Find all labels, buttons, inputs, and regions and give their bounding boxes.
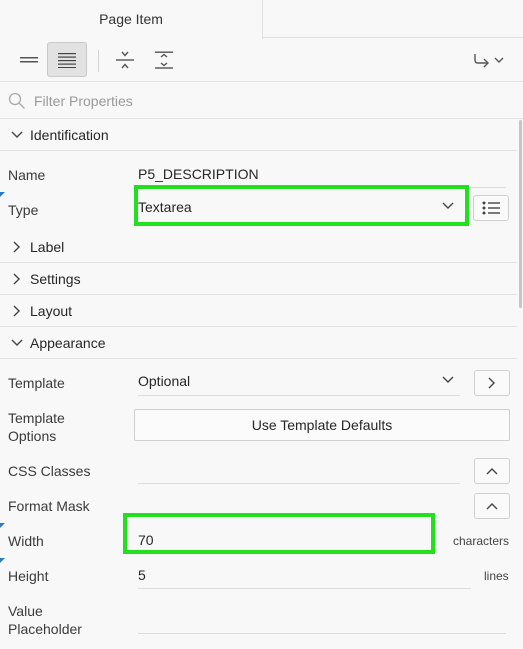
group-appearance[interactable]: Appearance (0, 327, 517, 359)
tab-page-item[interactable]: Page Item (0, 0, 263, 39)
chevron-up-icon (486, 468, 498, 475)
chevron-right-icon (488, 377, 495, 389)
scrollbar-thumb[interactable] (519, 120, 522, 308)
required-marker (0, 523, 5, 528)
group-label-section[interactable]: Label (0, 231, 517, 263)
show-common-button[interactable] (105, 42, 145, 77)
height-unit: lines (484, 569, 509, 583)
property-editor-toolbar (0, 38, 523, 82)
chevron-right-icon (10, 272, 24, 286)
value-placeholder-underline (138, 633, 506, 634)
format-mask-expand-button[interactable] (474, 493, 510, 519)
chevron-right-icon (10, 304, 24, 318)
height-underline (138, 588, 471, 589)
group-layout[interactable]: Layout (0, 295, 517, 327)
template-details-button[interactable] (474, 370, 510, 396)
chevron-up-icon (486, 503, 498, 510)
css-classes-expand-button[interactable] (474, 458, 510, 484)
value-placeholder-label-line1: Value (8, 603, 43, 619)
css-classes-field[interactable] (138, 462, 460, 482)
height-field[interactable]: 5 (138, 567, 146, 583)
go-to-group-icon (474, 53, 504, 67)
group-identification[interactable]: Identification (0, 119, 517, 151)
collapse-all-button[interactable] (9, 42, 49, 77)
template-select[interactable]: Optional (138, 373, 460, 395)
template-options-label-line2: Options (8, 428, 57, 444)
type-list-button[interactable] (473, 195, 509, 221)
template-label: Template (8, 375, 65, 391)
group-label: Identification (30, 126, 109, 143)
template-select-value: Optional (138, 373, 191, 389)
filter-properties-input[interactable] (34, 90, 504, 112)
use-template-defaults-button[interactable]: Use Template Defaults (134, 409, 510, 441)
value-placeholder-field[interactable] (138, 612, 506, 632)
list-icon (482, 201, 500, 215)
name-field[interactable]: P5_DESCRIPTION (138, 166, 259, 182)
search-icon (8, 92, 25, 109)
collapse-all-icon (20, 56, 38, 62)
chevron-down-icon (10, 336, 24, 350)
show-all-icon (155, 51, 173, 69)
value-placeholder-label-line2: Placeholder (8, 621, 82, 637)
template-underline (138, 395, 460, 396)
show-common-icon (116, 51, 134, 68)
chevron-down-icon (442, 376, 454, 383)
format-mask-label: Format Mask (8, 498, 90, 514)
required-marker (0, 558, 5, 563)
group-label: Settings (30, 270, 81, 287)
type-highlight-box (134, 185, 469, 226)
expand-all-icon (58, 52, 76, 68)
expand-all-button[interactable] (47, 42, 87, 77)
show-all-button[interactable] (144, 42, 184, 77)
css-classes-label: CSS Classes (8, 463, 91, 479)
css-classes-underline (138, 483, 460, 484)
toolbar-separator (98, 50, 99, 72)
name-label: Name (8, 167, 46, 183)
template-options-label-line1: Template (8, 410, 65, 426)
group-label: Layout (30, 302, 73, 319)
required-marker (0, 192, 5, 197)
width-highlight-box (123, 513, 435, 554)
tab-bar: Page Item (0, 0, 523, 39)
width-label: Width (8, 533, 44, 549)
filter-bar (0, 82, 523, 119)
go-to-group-button[interactable] (466, 42, 512, 77)
group-settings[interactable]: Settings (0, 263, 517, 295)
height-label: Height (8, 568, 49, 584)
width-unit: characters (453, 534, 510, 548)
chevron-right-icon (10, 240, 24, 254)
chevron-down-icon (10, 128, 24, 142)
type-label: Type (8, 202, 39, 218)
group-label: Label (30, 238, 65, 255)
group-label: Appearance (30, 334, 106, 351)
